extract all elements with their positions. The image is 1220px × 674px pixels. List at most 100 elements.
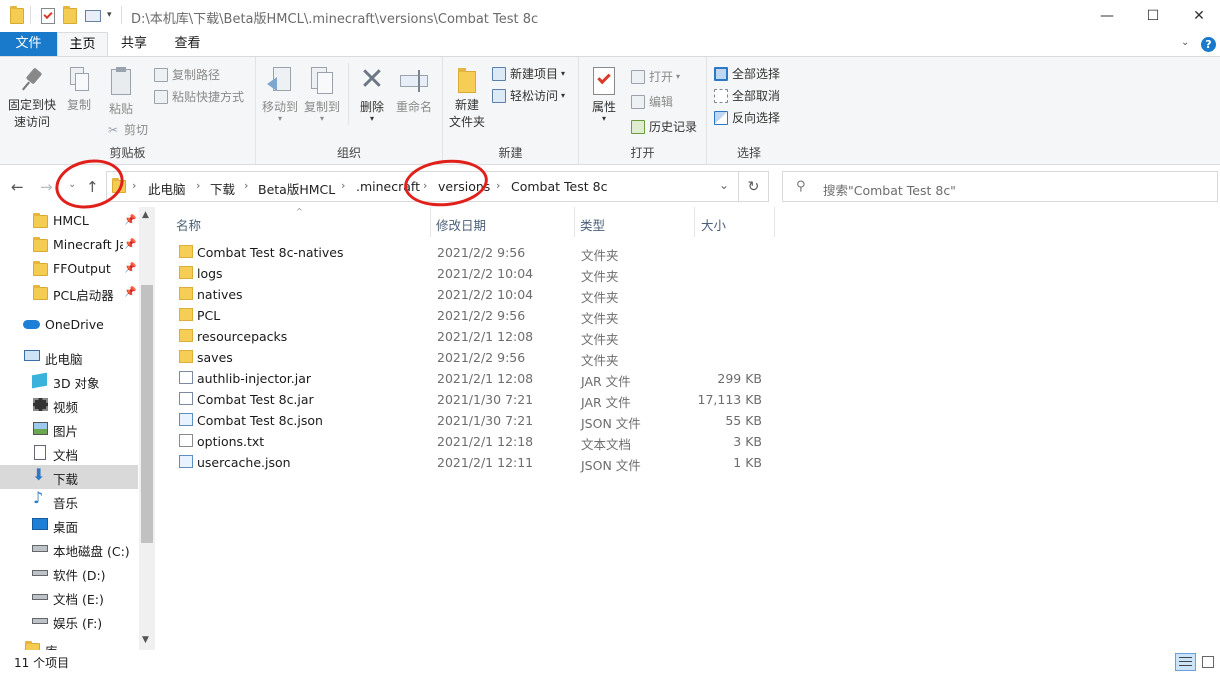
new-folder-quick-icon[interactable] — [63, 6, 77, 24]
refresh-icon[interactable]: ↻ — [739, 171, 769, 202]
ribbon-collapse-icon[interactable]: ⌄ — [1181, 37, 1189, 48]
select-group: 全部选择 全部取消 反向选择 选择 — [707, 57, 791, 165]
properties-button[interactable]: 属性 ▾ — [587, 67, 621, 123]
table-row[interactable]: logs 2021/2/2 10:04 文件夹 — [172, 263, 782, 284]
nav-item-libraries[interactable]: 库 — [0, 637, 138, 650]
tab-file[interactable]: 文件 — [0, 32, 57, 56]
help-icon[interactable]: ? — [1201, 37, 1216, 52]
nav-item-minecraft[interactable]: Minecraft Ja 📌 — [0, 233, 138, 257]
history-button[interactable]: 历史记录 — [631, 118, 697, 135]
rename-quick-icon[interactable] — [85, 10, 101, 22]
nav-item-this-pc[interactable]: 此电脑 — [0, 345, 138, 369]
select-all-button[interactable]: 全部选择 — [714, 65, 780, 82]
new-folder-button[interactable]: 新建 文件夹 — [445, 67, 489, 131]
tab-home[interactable]: 主页 — [57, 32, 108, 56]
breadcrumb-downloads[interactable]: 下载 — [210, 179, 235, 198]
nav-item-drive-c[interactable]: 本地磁盘 (C:) — [0, 537, 138, 561]
details-view-icon[interactable] — [1175, 653, 1196, 671]
breadcrumb-beta-hmcl[interactable]: Beta版HMCL — [258, 179, 335, 198]
jar-icon — [179, 371, 193, 384]
tab-view[interactable]: 查看 — [160, 32, 215, 56]
move-to-button[interactable]: 移动到 ▾ — [260, 67, 300, 123]
nav-item-pictures[interactable]: 图片 — [0, 417, 138, 441]
breadcrumb-this-pc[interactable]: 此电脑 — [148, 179, 186, 198]
customize-toolbar-dropdown-icon[interactable]: ▾ — [107, 10, 112, 20]
breadcrumb-combat-test[interactable]: Combat Test 8c — [511, 179, 607, 194]
back-arrow-icon[interactable]: ← — [11, 178, 24, 196]
chevron-right-icon[interactable]: › — [496, 179, 500, 192]
title-bar: ▾ D:\本机库\下载\Beta版HMCL\.minecraft\version… — [0, 0, 1220, 32]
nav-item-ffoutput[interactable]: FFOutput 📌 — [0, 257, 138, 281]
table-row[interactable]: saves 2021/2/2 9:56 文件夹 — [172, 347, 782, 368]
address-history-chevron-icon[interactable]: ⌄ — [719, 178, 729, 192]
chevron-right-icon[interactable]: › — [132, 179, 136, 192]
nav-item-drive-f[interactable]: 娱乐 (F:) — [0, 609, 138, 633]
scrollbar-thumb[interactable] — [141, 285, 153, 543]
scroll-up-icon[interactable]: ▲ — [142, 210, 149, 220]
search-box[interactable]: ⚲ 搜索"Combat Test 8c" — [782, 171, 1218, 202]
table-row[interactable]: options.txt 2021/2/1 12:18 文本文档 3 KB — [172, 431, 782, 452]
table-row[interactable]: usercache.json 2021/2/1 12:11 JSON 文件 1 … — [172, 452, 782, 473]
minimize-button[interactable]: — — [1084, 0, 1130, 32]
tab-share[interactable]: 共享 — [108, 32, 160, 56]
easy-access-button[interactable]: 轻松访问 ▾ — [492, 87, 565, 104]
properties-quick-icon[interactable] — [41, 8, 55, 24]
column-divider[interactable] — [574, 207, 575, 237]
rename-button[interactable]: 重命名 — [394, 67, 434, 116]
table-row[interactable]: PCL 2021/2/2 9:56 文件夹 — [172, 305, 782, 326]
column-header-name[interactable]: 名称 — [176, 215, 201, 234]
move-to-icon — [267, 67, 293, 95]
chevron-right-icon[interactable]: › — [244, 179, 248, 192]
chevron-right-icon[interactable]: › — [196, 179, 200, 192]
pin-quick-access-button[interactable]: 固定到快 速访问 — [4, 67, 60, 131]
scroll-down-icon[interactable]: ▼ — [142, 635, 149, 645]
file-type: 文件夹 — [581, 248, 619, 263]
select-none-button[interactable]: 全部取消 — [714, 87, 780, 104]
open-button[interactable]: 打开 ▾ — [631, 68, 680, 85]
new-folder-label-1: 新建 — [454, 98, 479, 112]
close-button[interactable]: ✕ — [1176, 0, 1220, 32]
nav-item-3d-objects[interactable]: 3D 对象 — [0, 369, 138, 393]
column-divider[interactable] — [774, 207, 775, 237]
new-item-button[interactable]: 新建项目 ▾ — [492, 65, 565, 82]
delete-button[interactable]: ✕ 删除 ▾ — [354, 65, 390, 123]
invert-selection-button[interactable]: 反向选择 — [714, 109, 780, 126]
nav-item-onedrive[interactable]: OneDrive — [0, 313, 138, 337]
nav-item-drive-d[interactable]: 软件 (D:) — [0, 561, 138, 585]
nav-item-drive-e[interactable]: 文档 (E:) — [0, 585, 138, 609]
forward-arrow-icon[interactable]: → — [40, 178, 53, 196]
maximize-button[interactable]: ☐ — [1130, 0, 1176, 32]
organize-group: 移动到 ▾ 复制到 ▾ ✕ 删除 ▾ 重命名 组织 — [256, 57, 443, 165]
file-type: 文件夹 — [581, 269, 619, 284]
column-divider[interactable] — [430, 207, 431, 237]
nav-item-downloads[interactable]: ⬇ 下载 — [0, 465, 138, 489]
nav-item-documents[interactable]: 文档 — [0, 441, 138, 465]
chevron-right-icon[interactable]: › — [341, 179, 345, 192]
table-row[interactable]: Combat Test 8c.jar 2021/1/30 7:21 JAR 文件… — [172, 389, 782, 410]
nav-item-music[interactable]: ♪ 音乐 — [0, 489, 138, 513]
column-header-type[interactable]: 类型 — [580, 215, 605, 234]
nav-item-pcl[interactable]: PCL启动器 📌 — [0, 281, 138, 305]
table-row[interactable]: Combat Test 8c.json 2021/1/30 7:21 JSON … — [172, 410, 782, 431]
scissors-icon: ✂ — [107, 122, 119, 137]
table-row[interactable]: natives 2021/2/2 10:04 文件夹 — [172, 284, 782, 305]
column-divider[interactable] — [694, 207, 695, 237]
column-header-date[interactable]: 修改日期 — [436, 215, 486, 234]
copy-button[interactable]: 复制 — [62, 67, 96, 114]
file-type: JAR 文件 — [581, 395, 631, 410]
edit-button[interactable]: 编辑 — [631, 93, 673, 110]
table-row[interactable]: Combat Test 8c-natives 2021/2/2 9:56 文件夹 — [172, 242, 782, 263]
large-icons-view-icon[interactable] — [1199, 653, 1217, 671]
nav-item-desktop[interactable]: 桌面 — [0, 513, 138, 537]
nav-item-hmcl[interactable]: HMCL 📌 — [0, 209, 138, 233]
paste-shortcut-button[interactable]: 粘贴快捷方式 — [154, 88, 244, 105]
copy-path-button[interactable]: 复制路径 — [154, 66, 220, 83]
cut-button[interactable]: ✂ 剪切 — [106, 121, 148, 138]
table-row[interactable]: resourcepacks 2021/2/1 12:08 文件夹 — [172, 326, 782, 347]
table-row[interactable]: authlib-injector.jar 2021/2/1 12:08 JAR … — [172, 368, 782, 389]
paste-button[interactable]: 粘贴 — [102, 67, 140, 118]
nav-item-videos[interactable]: 视频 — [0, 393, 138, 417]
copy-to-button[interactable]: 复制到 ▾ — [302, 67, 342, 123]
column-header-size[interactable]: 大小 — [701, 215, 726, 234]
window-title: D:\本机库\下载\Beta版HMCL\.minecraft\versions\… — [131, 12, 539, 27]
